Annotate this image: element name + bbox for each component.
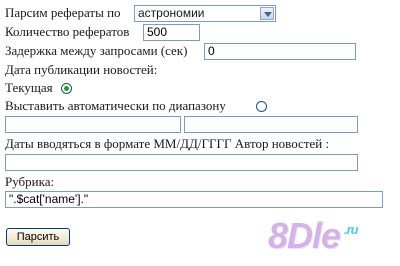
subject-select-value: астрономии	[138, 6, 205, 20]
delay-label: Задержка между запросами (сек)	[5, 43, 188, 58]
rubric-label: Рубрика:	[5, 174, 55, 189]
range-end-input[interactable]	[184, 116, 358, 133]
chevron-down-icon[interactable]	[260, 7, 274, 20]
parse-label: Парсим рефераты по	[5, 5, 121, 20]
logo-text: 8Dle	[268, 215, 341, 256]
range-start-input[interactable]	[5, 116, 181, 133]
author-input[interactable]	[5, 154, 358, 171]
news-date-label: Дата публикации новостей:	[5, 62, 158, 77]
date-format-label: Даты вводяться в формате ММ/ДД/ГГГГ Авто…	[5, 136, 330, 151]
current-date-label: Текущая	[5, 80, 53, 95]
delay-input[interactable]: 0	[204, 43, 356, 60]
count-label: Количество рефератов	[5, 24, 130, 39]
logo-suffix: .ru	[344, 222, 359, 237]
site-logo: 8Dle	[268, 215, 341, 256]
rubric-input[interactable]: ".$cat['name']."	[5, 191, 383, 208]
auto-range-label: Выставить автоматически по диапазону	[5, 98, 226, 113]
current-date-radio[interactable]	[61, 83, 72, 94]
subject-select[interactable]: астрономии	[134, 5, 276, 22]
count-input[interactable]: 500	[143, 24, 200, 41]
parse-button[interactable]: Парсить	[6, 228, 70, 246]
auto-range-radio[interactable]	[256, 101, 267, 112]
